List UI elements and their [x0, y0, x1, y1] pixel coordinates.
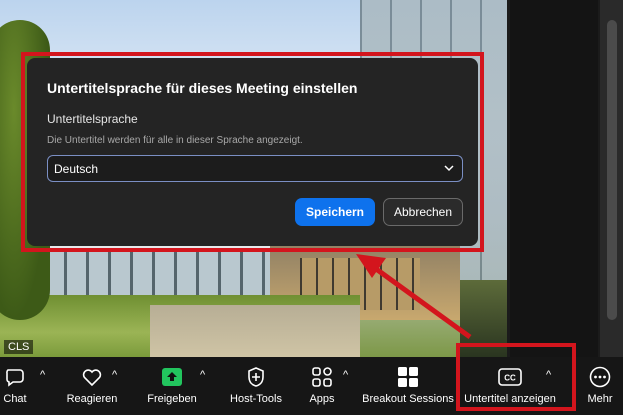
toolbar-label: Freigeben	[147, 393, 197, 405]
toolbar-breakout-sessions[interactable]: Breakout Sessions	[362, 357, 454, 415]
toolbar-label: Reagieren	[66, 393, 118, 405]
heart-icon	[80, 365, 104, 389]
toolbar-host-tools[interactable]: Host-Tools	[224, 357, 288, 415]
shield-icon	[244, 365, 268, 389]
toolbar-reactions[interactable]: Reagieren	[64, 357, 120, 415]
apps-options-caret-icon[interactable]: ^	[343, 369, 348, 381]
toolbar-label: Mehr	[587, 393, 613, 405]
toolbar-share[interactable]: Freigeben	[144, 357, 200, 415]
chat-icon	[3, 365, 27, 389]
toolbar-label: Apps	[309, 393, 335, 405]
toolbar-more[interactable]: Mehr	[584, 357, 616, 415]
highlight-frame-dialog	[21, 52, 484, 252]
participant-name-label: CLS	[4, 340, 34, 354]
apps-icon	[310, 365, 334, 389]
share-options-caret-icon[interactable]: ^	[200, 369, 205, 381]
toolbar-apps[interactable]: Apps	[302, 357, 342, 415]
toolbar-label: Host-Tools	[230, 393, 282, 405]
more-icon	[588, 365, 612, 389]
toolbar-chat[interactable]: Chat	[0, 357, 30, 415]
highlight-frame-captions	[456, 343, 576, 411]
share-screen-icon	[160, 365, 184, 389]
toolbar-label: Chat	[3, 393, 27, 405]
chat-options-caret-icon[interactable]: ^	[40, 369, 45, 381]
toolbar-label: Breakout Sessions	[362, 393, 454, 405]
grid-icon	[396, 365, 420, 389]
participant-tile	[510, 0, 598, 357]
walkway	[150, 305, 360, 357]
scrollbar-thumb[interactable]	[607, 20, 617, 320]
reactions-options-caret-icon[interactable]: ^	[112, 369, 117, 381]
